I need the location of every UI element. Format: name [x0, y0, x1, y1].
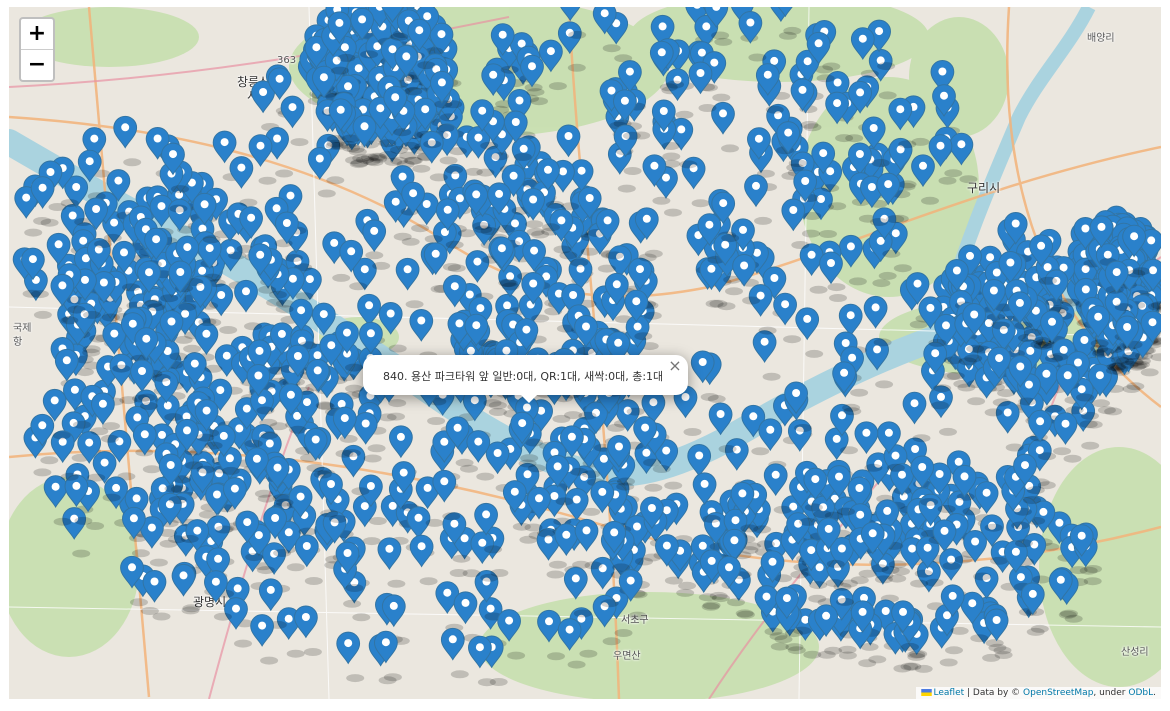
map-label: 363 [277, 55, 297, 66]
ukraine-flag-icon [920, 689, 932, 696]
zoom-in-button[interactable]: + [21, 19, 53, 49]
map-label: 창릉신도 [237, 75, 282, 89]
map-label: 광명시 [193, 595, 227, 609]
map-tiles [9, 7, 1161, 699]
map-label: 배양리 [1087, 33, 1115, 44]
marker-popup: 840. 용산 파크타워 앞 일반:0대, QR:1대, 새싹:0대, 총:1대… [363, 355, 688, 403]
zoom-control: + − [19, 17, 55, 82]
map-label: 서초구 [621, 615, 649, 626]
osm-link[interactable]: OpenStreetMap [1023, 688, 1093, 698]
map-label: 구리시 [967, 181, 1001, 195]
attribution: Leaflet | Data by © OpenStreetMap, under… [915, 687, 1161, 699]
popup-tip [519, 393, 539, 403]
map-label: 시 [247, 89, 259, 103]
map-container[interactable]: 창릉신도 시구리시광명시 배양리산성리 서초구우면산 국제항 363 + − 840. 용… [9, 7, 1161, 699]
popup-close-button[interactable]: × [666, 358, 684, 374]
map-label: 국제 [13, 323, 32, 334]
odbl-link[interactable]: ODbL [1128, 688, 1153, 698]
attribution-sep: | Data by © [964, 688, 1024, 698]
map-label: 우면산 [613, 651, 641, 662]
map-label: 항 [13, 337, 23, 348]
attribution-under: , under [1093, 688, 1129, 698]
zoom-out-button[interactable]: − [21, 49, 53, 80]
map-label: 산성리 [1121, 647, 1149, 658]
popup-text: 840. 용산 파크타워 앞 일반:0대, QR:1대, 새싹:0대, 총:1대 [383, 370, 664, 383]
leaflet-link[interactable]: Leaflet [934, 688, 965, 698]
attribution-end: . [1153, 688, 1156, 698]
